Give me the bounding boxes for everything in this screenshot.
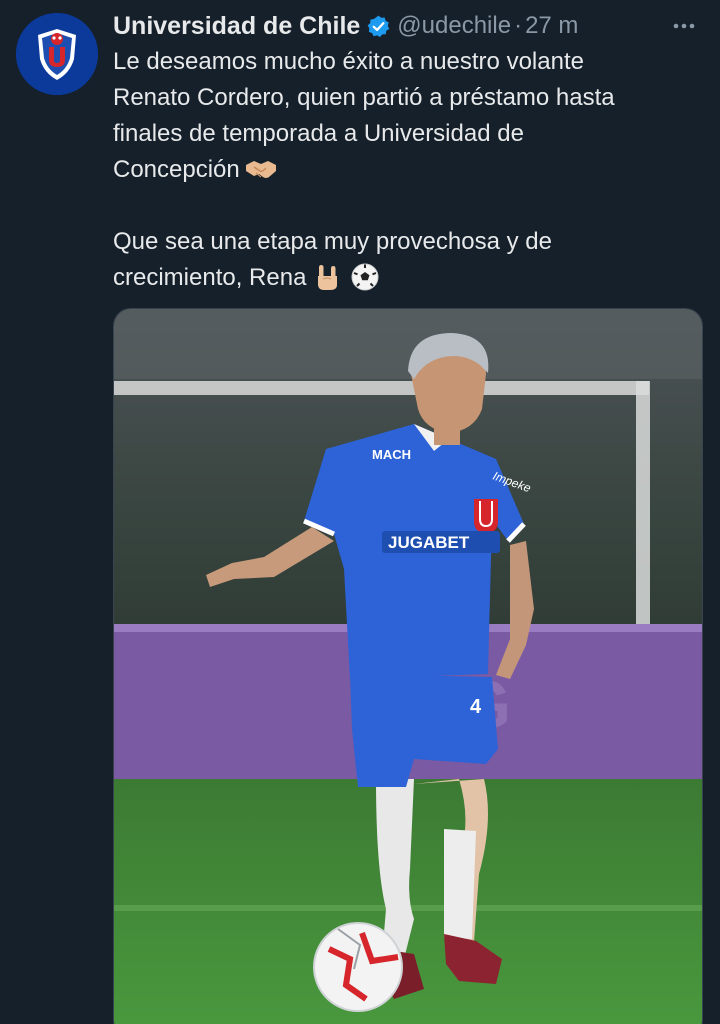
separator-dot: · [514,12,523,39]
tweet-text: Le deseamos mucho éxito a nuestro volant… [113,44,703,296]
tweet-timestamp[interactable]: 27 m [525,12,578,40]
account-handle[interactable]: @udechile [397,12,511,40]
tweet-photo[interactable]: LG 4 MACH Impeke JUGABET [113,308,703,1024]
soccer-ball-emoji [351,263,379,291]
jersey-top-sponsor: MACH [372,447,411,462]
avatar[interactable] [16,13,98,95]
more-options-icon[interactable] [668,10,700,42]
club-crest-icon [16,13,98,95]
handshake-emoji [245,161,276,178]
tweet[interactable]: Universidad de Chile @udechile · 27 m Le… [0,0,720,1024]
sign-of-the-horns-emoji [318,265,338,290]
account-name[interactable]: Universidad de Chile [113,12,360,41]
jersey-sponsor: JUGABET [388,533,470,552]
football-player-photo: LG 4 MACH Impeke JUGABET [114,309,702,1024]
verified-badge-icon [367,15,390,37]
tweet-paragraph-1-text: Le deseamos mucho éxito a nuestro volant… [113,48,615,183]
tweet-paragraph-1: Le deseamos mucho éxito a nuestro volant… [113,44,703,188]
tweet-header: Universidad de Chile @udechile · 27 m [113,8,700,44]
tweet-paragraph-2: Que sea una etapa muy provechosa y de cr… [113,224,703,296]
svg-text:4: 4 [470,696,482,718]
